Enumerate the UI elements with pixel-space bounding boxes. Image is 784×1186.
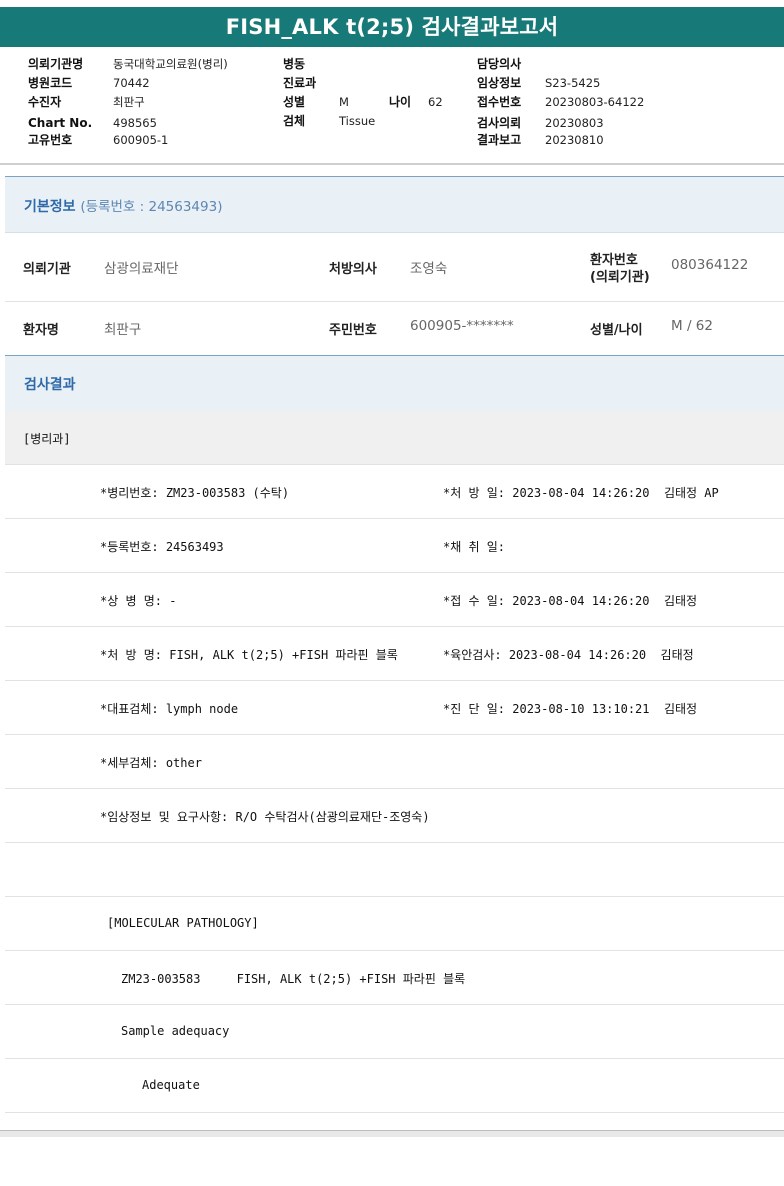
rrn-label: 주민번호 bbox=[329, 323, 377, 338]
basic-info-title: 기본정보 (등록번호 : 24563493) bbox=[24, 199, 223, 215]
molecular-line-row: ZM23-003583 FISH, ALK t(2;5) +FISH 파라핀 블… bbox=[5, 951, 784, 1005]
header-label: 성별 bbox=[283, 95, 306, 109]
dept-label: [병리과] bbox=[23, 432, 71, 446]
header-label: 나이 bbox=[389, 95, 412, 109]
adequacy-label: Sample adequacy bbox=[121, 1024, 230, 1038]
header-value: 600905-1 bbox=[113, 133, 169, 147]
header-value: 20230803-64122 bbox=[545, 95, 645, 109]
header-label: 의뢰기관명 bbox=[28, 57, 84, 71]
result-left: *등록번호: 24563493 bbox=[100, 540, 224, 554]
patient-no-label-sub: (의뢰기관) bbox=[590, 270, 650, 285]
header-value: 20230810 bbox=[545, 133, 604, 147]
adequacy-value: Adequate bbox=[142, 1078, 200, 1092]
inst-value: 삼광의료재단 bbox=[104, 261, 179, 277]
result-left: *상 병 명: - bbox=[100, 594, 177, 608]
result-right: *처 방 일: 2023-08-04 14:26:20 김태정 AP bbox=[443, 486, 719, 500]
basic-info-header: 기본정보 (등록번호 : 24563493) bbox=[5, 176, 784, 233]
patient-no-value: 080364122 bbox=[671, 257, 749, 273]
header-label: 담당의사 bbox=[477, 57, 522, 71]
result-line: *병리번호: ZM23-003583 (수탁) *처 방 일: 2023-08-… bbox=[5, 465, 784, 519]
result-left: *처 방 명: FISH, ALK t(2;5) +FISH 파라핀 블록 bbox=[100, 648, 398, 662]
molecular-title-row: [MOLECULAR PATHOLOGY] bbox=[5, 897, 784, 951]
rrn-value: 600905-******* bbox=[410, 318, 514, 334]
basic-info-row: 의뢰기관 삼광의료재단 처방의사 조영숙 환자번호 (의뢰기관) 0803641… bbox=[5, 232, 784, 302]
header-divider bbox=[0, 163, 784, 165]
result-right: *접 수 일: 2023-08-04 14:26:20 김태정 bbox=[443, 594, 698, 608]
header-value: 62 bbox=[428, 95, 443, 109]
result-left: *대표검체: lymph node bbox=[100, 702, 239, 716]
header-label: 접수번호 bbox=[477, 95, 522, 109]
header-value: 동국대학교의료원(병리) bbox=[113, 57, 228, 71]
result-line: *대표검체: lymph node *진 단 일: 2023-08-10 13:… bbox=[5, 681, 784, 735]
header-value: S23-5425 bbox=[545, 76, 601, 90]
result-line: *임상정보 및 요구사항: R/O 수탁검사(삼광의료재단-조영숙) bbox=[5, 789, 784, 843]
basic-info-row: 환자명 최판구 주민번호 600905-******* 성별/나이 M / 62 bbox=[5, 302, 784, 356]
header-label: 임상정보 bbox=[477, 76, 522, 90]
inst-label: 의뢰기관 bbox=[23, 262, 71, 277]
header-label: 진료과 bbox=[283, 76, 317, 90]
molecular-title: [MOLECULAR PATHOLOGY] bbox=[107, 916, 259, 930]
blank-line bbox=[5, 843, 784, 897]
bottom-divider bbox=[0, 1130, 784, 1137]
header-value: 최판구 bbox=[113, 95, 145, 109]
header-label: 검사의뢰 bbox=[477, 116, 522, 130]
sex-age-value: M / 62 bbox=[671, 318, 713, 334]
result-header: 검사결과 bbox=[5, 355, 784, 412]
adequacy-value-row: Adequate bbox=[5, 1059, 784, 1113]
header-label: 검체 bbox=[283, 114, 306, 128]
result-line: *처 방 명: FISH, ALK t(2;5) +FISH 파라핀 블록 *육… bbox=[5, 627, 784, 681]
header-value: Tissue bbox=[339, 114, 376, 128]
doctor-value: 조영숙 bbox=[410, 261, 448, 277]
result-line: *세부검체: other bbox=[5, 735, 784, 789]
header-label: 수진자 bbox=[28, 95, 62, 109]
result-line: *상 병 명: - *접 수 일: 2023-08-04 14:26:20 김태… bbox=[5, 573, 784, 627]
header-value: 70442 bbox=[113, 76, 150, 90]
header-value: M bbox=[339, 95, 349, 109]
result-title: 검사결과 bbox=[24, 377, 76, 393]
header-value: 498565 bbox=[113, 116, 157, 130]
result-left: *세부검체: other bbox=[100, 756, 202, 770]
result-right: *진 단 일: 2023-08-10 13:10:21 김태정 bbox=[443, 702, 698, 716]
result-left: *임상정보 및 요구사항: R/O 수탁검사(삼광의료재단-조영숙) bbox=[100, 810, 430, 824]
name-value: 최판구 bbox=[104, 322, 142, 338]
header-label: 고유번호 bbox=[28, 133, 73, 147]
header-label: 병원코드 bbox=[28, 76, 73, 90]
name-label: 환자명 bbox=[23, 323, 59, 338]
result-line: *등록번호: 24563493 *채 취 일: bbox=[5, 519, 784, 573]
header-label: Chart No. bbox=[28, 116, 93, 130]
registration-number: (등록번호 : 24563493) bbox=[80, 199, 223, 215]
sex-age-label: 성별/나이 bbox=[590, 323, 643, 338]
molecular-line: ZM23-003583 FISH, ALK t(2;5) +FISH 파라핀 블… bbox=[121, 972, 466, 986]
dept-row: [병리과] bbox=[5, 411, 784, 465]
doctor-label: 처방의사 bbox=[329, 262, 377, 277]
result-right: *육안검사: 2023-08-04 14:26:20 김태정 bbox=[443, 648, 694, 662]
header-label: 결과보고 bbox=[477, 133, 522, 147]
result-left: *병리번호: ZM23-003583 (수탁) bbox=[100, 486, 290, 500]
header-info: 의뢰기관명 동국대학교의료원(병리) 병원코드 70442 수진자 최판구 Ch… bbox=[0, 0, 784, 160]
adequacy-label-row: Sample adequacy bbox=[5, 1005, 784, 1059]
result-right: *채 취 일: bbox=[443, 540, 506, 554]
header-label: 병동 bbox=[283, 57, 306, 71]
header-value: 20230803 bbox=[545, 116, 604, 130]
